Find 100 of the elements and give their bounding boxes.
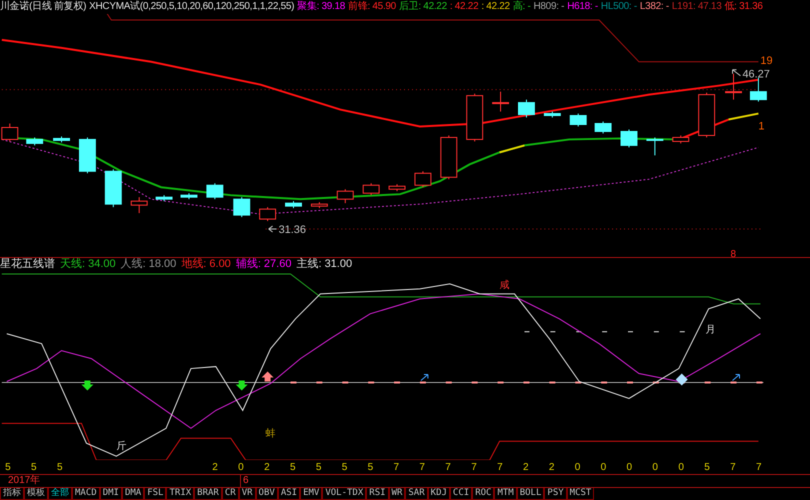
- candlestick: [336, 188, 354, 204]
- indicator-tab[interactable]: VR: [238, 488, 256, 500]
- count-label: 7: [471, 462, 477, 473]
- indicator-tab[interactable]: TRIX: [166, 488, 194, 500]
- indicator-reading: 天线: 34.00: [60, 257, 116, 272]
- indicator-tab[interactable]: MCST: [566, 488, 594, 500]
- count-label: 5: [290, 462, 296, 473]
- indicator-tab[interactable]: ASI: [278, 488, 300, 500]
- candlestick: [570, 113, 587, 127]
- corner-mark: 8: [730, 248, 736, 257]
- candlestick: [26, 136, 44, 146]
- low-price-label: 31.36: [278, 224, 306, 236]
- indicator-tab[interactable]: 模板: [24, 488, 48, 500]
- indicator-reading: 地线: 6.00: [181, 257, 231, 272]
- indicator-tab[interactable]: MTM: [494, 488, 517, 500]
- candlestick: [594, 121, 612, 134]
- up-arrow-icon: [262, 371, 274, 382]
- indicator-tab[interactable]: DMI: [100, 488, 122, 500]
- candlestick: [206, 182, 224, 200]
- moving-average-segment: [499, 144, 525, 154]
- candlestick: [285, 200, 302, 209]
- indicator-tab[interactable]: BOLL: [516, 488, 544, 500]
- indicator-reading: L382: -: [640, 0, 669, 14]
- candlestick: [725, 73, 742, 100]
- candlestick: [698, 92, 716, 138]
- count-label: 5: [316, 462, 322, 473]
- indicator-reading: H618: -: [567, 0, 598, 14]
- indicator-tab[interactable]: EMV: [300, 488, 322, 500]
- count-label: 5: [56, 462, 62, 473]
- indicator-tab[interactable]: SAR: [405, 488, 428, 500]
- count-label: 0: [626, 462, 632, 473]
- candlestick: [620, 128, 638, 148]
- indicator-tab[interactable]: 指标: [0, 488, 24, 500]
- count-label: 7: [445, 462, 451, 473]
- indicator-title: 星花五线谱: [0, 257, 55, 272]
- candlestick: [466, 93, 484, 142]
- count-label: 5: [5, 462, 11, 473]
- candlestick: [130, 196, 148, 214]
- count-label: 0: [238, 462, 244, 473]
- arrow-icon: [420, 374, 428, 381]
- indicator-reading: 主线: 31.00: [296, 257, 352, 272]
- indicator-tab[interactable]: ROC: [472, 488, 494, 500]
- down-arrow-icon: [81, 380, 94, 390]
- indicator-reading: 人线: 18.00: [120, 257, 176, 272]
- indicator-reading: 低: 31.36: [724, 0, 763, 14]
- indicator-reading: H809: -: [534, 0, 564, 14]
- indicator-reading: 前锋: 45.90: [348, 0, 396, 14]
- candlestick: [233, 196, 250, 218]
- count-label: 7: [756, 462, 762, 473]
- candlestick: [750, 77, 767, 102]
- candlestick: [362, 182, 380, 196]
- stock-title: 川金诺(日线 前复权): [0, 0, 86, 14]
- indicator-tab[interactable]: WR: [388, 488, 406, 500]
- indicator-reading: HL500: -: [600, 0, 637, 14]
- count-label: 5: [704, 462, 710, 473]
- indicator-tab[interactable]: CCI: [450, 488, 472, 500]
- candlestick: [440, 134, 458, 180]
- level-label: 1: [758, 120, 764, 132]
- candlestick: [492, 91, 510, 112]
- indicator-tab[interactable]: KDJ: [428, 488, 450, 500]
- count-label: 2: [212, 462, 218, 473]
- indicator-tab[interactable]: VOL-TDX: [322, 488, 366, 500]
- indicator-tab[interactable]: DMA: [122, 488, 144, 500]
- indicator-tab[interactable]: MACD: [72, 488, 100, 500]
- arrow-icon: [732, 69, 741, 76]
- moving-average-segment: [728, 112, 759, 120]
- signal-mark: 月: [706, 324, 716, 336]
- diamond-icon: [676, 373, 688, 386]
- candlestick: [180, 192, 198, 200]
- count-label: 7: [497, 462, 503, 473]
- indicator-tab[interactable]: BRAR: [194, 488, 222, 500]
- candlestick: [53, 136, 70, 143]
- candlestick: [78, 136, 96, 174]
- count-label: 0: [678, 462, 684, 473]
- indicator-reading: 辅线: 27.60: [236, 257, 292, 272]
- count-label: 0: [574, 462, 580, 473]
- indicator-tab[interactable]: PSY: [544, 488, 567, 500]
- count-label: 7: [419, 462, 425, 473]
- signal-mark: 斤: [116, 441, 126, 452]
- indicator-tab[interactable]: RSI: [366, 488, 389, 500]
- candlestick: [388, 184, 406, 192]
- candlestick: [646, 136, 664, 156]
- count-label: 2: [264, 462, 270, 473]
- count-label: 0: [600, 462, 606, 473]
- candlestick: [672, 134, 690, 144]
- indicator-tab[interactable]: OBV: [256, 488, 278, 500]
- arrow-icon: [268, 226, 278, 233]
- count-label: 5: [31, 462, 37, 473]
- count-label: 7: [394, 462, 400, 473]
- month-label: 6: [240, 475, 249, 487]
- indicator-tab[interactable]: FSL: [144, 488, 166, 500]
- candlestick: [156, 194, 173, 202]
- formula-name: XHCYMA试(0,250,5,10,20,60,120,250,1,1,22,55): [89, 0, 294, 14]
- indicator-tab[interactable]: 全部: [48, 488, 72, 500]
- year-label: 2017年: [7, 475, 42, 487]
- indicator-tab[interactable]: CR: [222, 488, 239, 500]
- indicator-reading: 后卫: 42.22: [398, 0, 447, 14]
- count-label: 2: [548, 462, 554, 473]
- count-label: 7: [730, 462, 736, 473]
- indicator-reading: : 42.22: [450, 0, 478, 14]
